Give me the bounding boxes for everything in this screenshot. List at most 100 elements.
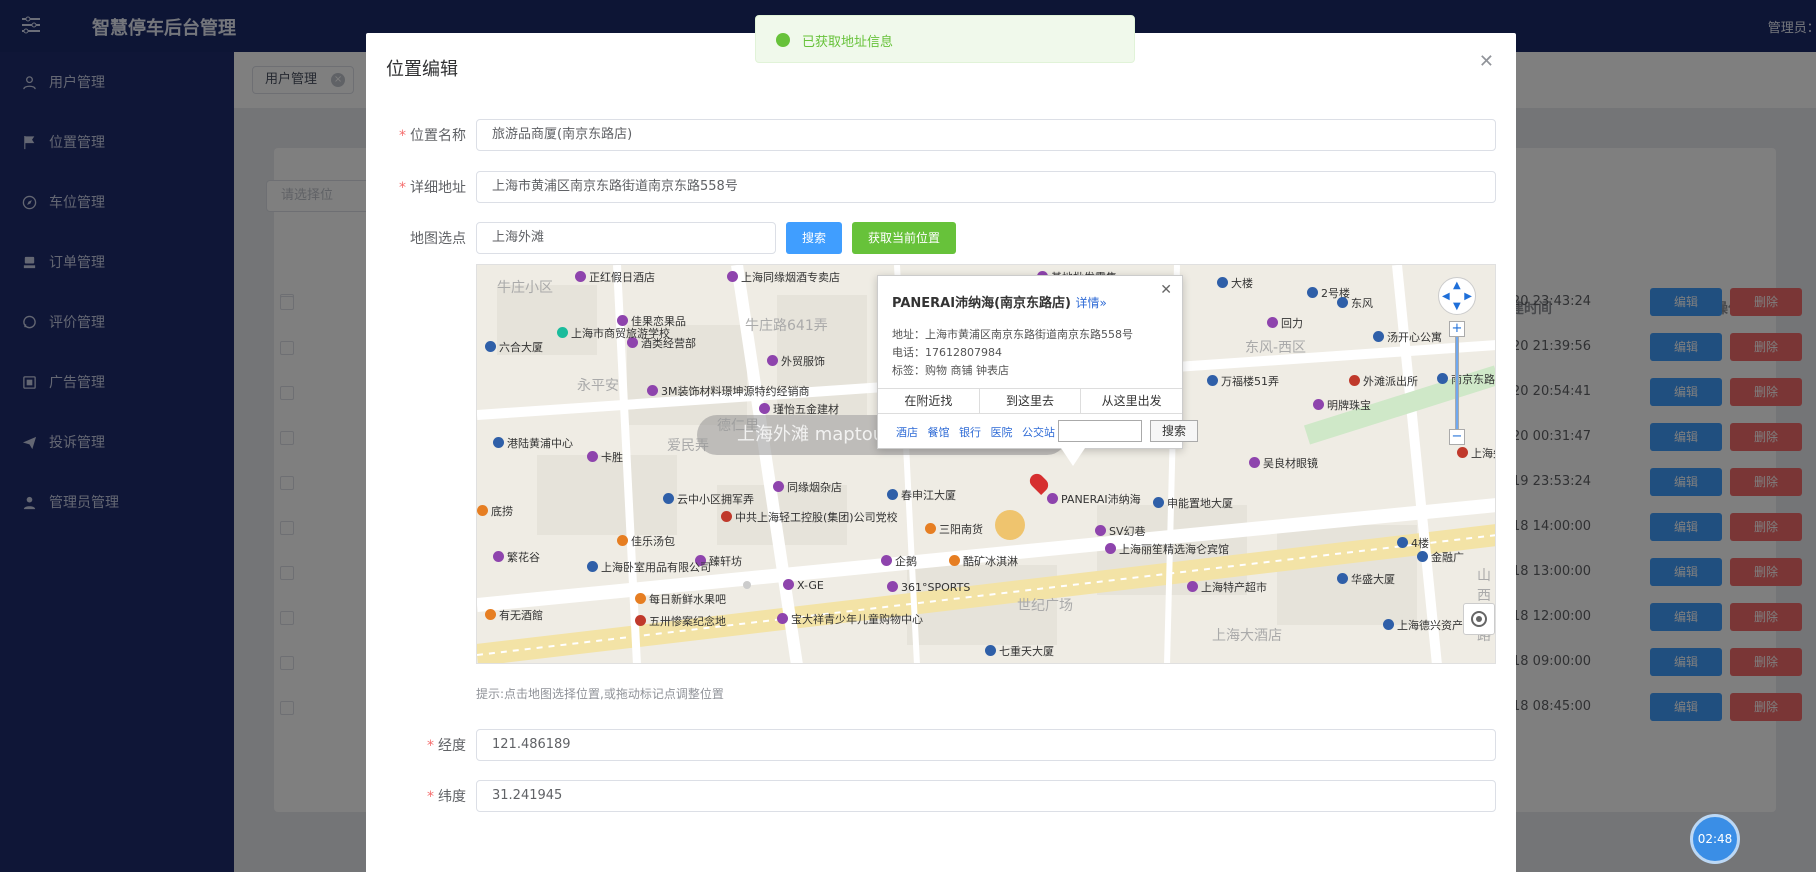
drag-hand-icon[interactable] <box>995 510 1025 540</box>
map-poi[interactable]: 酷矿冰淇淋 <box>949 553 1018 569</box>
map-canvas[interactable]: 正红假日酒店 上海同缘烟酒专卖店 佳果恋果品 酒类经营部 外贸服饰 上海市商贸旅游学校 六合… <box>476 264 1496 664</box>
map-poi[interactable]: 吴良材眼镜 <box>1249 455 1318 471</box>
map-poi[interactable]: SV幻巷 <box>1095 523 1146 539</box>
map-poi[interactable]: 云中小区拥军弄 <box>663 491 754 507</box>
map-poi[interactable]: 五卅惨案纪念地 <box>635 613 726 629</box>
category-bus-stop-link[interactable]: 公交站 <box>1022 426 1055 439</box>
map-poi[interactable]: 每日新鲜水果吧 <box>635 591 726 607</box>
map-poi[interactable]: 万福楼51弄 <box>1207 373 1279 389</box>
category-restaurant-link[interactable]: 餐馆 <box>928 426 950 439</box>
poi-pin-icon <box>557 327 568 338</box>
map-area-label: 永平安 <box>577 378 619 394</box>
map-poi[interactable]: 明牌珠宝 <box>1313 397 1371 413</box>
category-hotel-link[interactable]: 酒店 <box>896 426 918 439</box>
map-area-label: 上海大酒店 <box>1212 628 1282 644</box>
map-poi[interactable]: 大楼 <box>1217 275 1253 291</box>
poi-pin-icon <box>881 555 892 566</box>
location-name-input[interactable]: 旅游品商厦(南京东路店) <box>476 119 1496 151</box>
poi-pin-icon <box>1313 399 1324 410</box>
map-poi[interactable]: 回力 <box>1267 315 1303 331</box>
map-poi[interactable]: X-GE <box>783 579 824 592</box>
category-hospital-link[interactable]: 医院 <box>991 426 1013 439</box>
map-poi[interactable]: 金融广 <box>1417 549 1464 565</box>
map-poi[interactable]: 上海同缘烟酒专卖店 <box>727 269 840 285</box>
poi-pin-icon <box>773 481 784 492</box>
poi-pin-icon <box>477 505 488 516</box>
map-poi[interactable]: 宝大祥青少年儿童购物中心 <box>777 611 923 627</box>
zoom-in-button[interactable]: + <box>1449 321 1465 337</box>
route-to-button[interactable]: 到这里去 <box>980 389 1082 413</box>
map-poi[interactable]: 正红假日酒店 <box>575 269 655 285</box>
poi-pin-icon <box>493 437 504 448</box>
get-current-location-button[interactable]: 获取当前位置 <box>852 222 956 254</box>
poi-pin-icon <box>1249 457 1260 468</box>
map-poi[interactable]: PANERAI沛纳海 <box>1047 491 1141 507</box>
map-poi[interactable]: 港陆黄浦中心 <box>493 435 573 451</box>
map-poi[interactable]: 361°SPORTS <box>887 581 970 594</box>
map-poi[interactable]: 同缘烟杂店 <box>773 479 842 495</box>
map-hint: 提示:点击地图选择位置,或拖动标记点调整位置 <box>476 687 724 701</box>
latitude-input[interactable]: 31.241945 <box>476 780 1496 812</box>
map-poi[interactable]: 有无酒館 <box>485 607 543 623</box>
poi-pin-icon <box>887 581 898 592</box>
poi-pin-icon <box>647 385 658 396</box>
nearby-search-button[interactable]: 搜索 <box>1150 420 1198 442</box>
map-poi[interactable]: 企鹅 <box>881 553 917 569</box>
poi-address: 地址：上海市黄浦区南京东路街道南京东路558号 <box>892 328 1133 341</box>
address-input[interactable]: 上海市黄浦区南京东路街道南京东路558号 <box>476 171 1496 203</box>
map-poi[interactable]: 上海市商贸旅游学校 <box>557 325 670 341</box>
map-zoom-control: ▲ ▼ ◀ ▶ + − <box>1437 277 1477 445</box>
map-poi[interactable]: 上海失 <box>1457 445 1495 461</box>
category-bank-link[interactable]: 银行 <box>959 426 981 439</box>
map-poi[interactable]: 三阳南货 <box>925 521 983 537</box>
map-poi[interactable]: 春申江大厦 <box>887 487 956 503</box>
map-poi[interactable]: 华盛大厦 <box>1337 571 1395 587</box>
poi-pin-icon <box>1047 493 1058 504</box>
map-poi[interactable]: 汤开心公寓 <box>1373 329 1442 345</box>
map-poi[interactable]: 外滩派出所 <box>1349 373 1418 389</box>
longitude-input[interactable]: 121.486189 <box>476 729 1496 761</box>
map-area-label: 世纪广场 <box>1017 598 1073 614</box>
nearby-keyword-input[interactable] <box>1058 420 1142 442</box>
map-poi[interactable]: 外贸服饰 <box>767 353 825 369</box>
dialog-title: 位置编辑 <box>386 59 458 80</box>
map-poi[interactable]: 上海丽笙精选海仑宾馆 <box>1105 541 1229 557</box>
info-close-icon[interactable]: ✕ <box>1160 282 1172 298</box>
floating-timer-badge[interactable]: 02:48 <box>1690 814 1740 864</box>
search-nearby-button[interactable]: 在附近找 <box>878 389 980 413</box>
poi-detail-link[interactable]: 详情» <box>1075 296 1106 310</box>
location-edit-dialog: 位置编辑 ✕ * 位置名称 旅游品商厦(南京东路店) * 详细地址 上海市黄浦区南京… <box>366 33 1516 872</box>
map-poi[interactable]: 上海卧室用品有限公司 <box>587 559 711 575</box>
locate-me-button[interactable] <box>1463 603 1495 635</box>
map-poi[interactable]: 4楼 <box>1397 535 1429 551</box>
poi-pin-icon <box>721 511 732 522</box>
zoom-slider[interactable] <box>1455 337 1459 429</box>
pan-control[interactable]: ▲ ▼ ◀ ▶ <box>1438 277 1476 315</box>
poi-pin-icon <box>1337 573 1348 584</box>
map-poi[interactable]: 中共上海轻工控股(集团)公司党校 <box>721 509 898 525</box>
map-search-input[interactable]: 上海外滩 <box>476 222 776 254</box>
map-poi[interactable]: 七重天大厦 <box>985 643 1054 659</box>
poi-pin-icon <box>1105 543 1116 554</box>
success-toast: 已获取地址信息 <box>755 15 1135 63</box>
longitude-label: * 经度 <box>427 738 466 754</box>
target-icon <box>1471 611 1487 627</box>
map-poi[interactable]: 申能置地大厦 <box>1153 495 1233 511</box>
close-icon[interactable]: ✕ <box>1479 51 1494 72</box>
zoom-out-button[interactable]: − <box>1449 429 1465 445</box>
map-poi[interactable]: 3M装饰材料璟坤源特约经销商 <box>647 383 810 399</box>
poi-pin-icon <box>727 271 738 282</box>
map-pick-label: 地图选点 <box>410 231 466 247</box>
map-poi[interactable]: 上海特产超市 <box>1187 579 1267 595</box>
map-search-button[interactable]: 搜索 <box>786 222 842 254</box>
map-poi[interactable]: 繁花谷 <box>493 549 540 565</box>
poi-pin-icon <box>1207 375 1218 386</box>
map-poi[interactable]: 底捞 <box>477 503 513 519</box>
map-poi[interactable]: 六合大厦 <box>485 339 543 355</box>
map-area-label: 东风-西区 <box>1245 340 1307 356</box>
map-poi[interactable]: 东风 <box>1337 295 1373 311</box>
map-poi[interactable]: 佳乐汤包 <box>617 533 675 549</box>
map-area-label: 牛庄路641弄 <box>745 318 828 334</box>
map-poi[interactable]: 卡胜 <box>587 449 623 465</box>
route-from-button[interactable]: 从这里出发 <box>1081 389 1182 413</box>
